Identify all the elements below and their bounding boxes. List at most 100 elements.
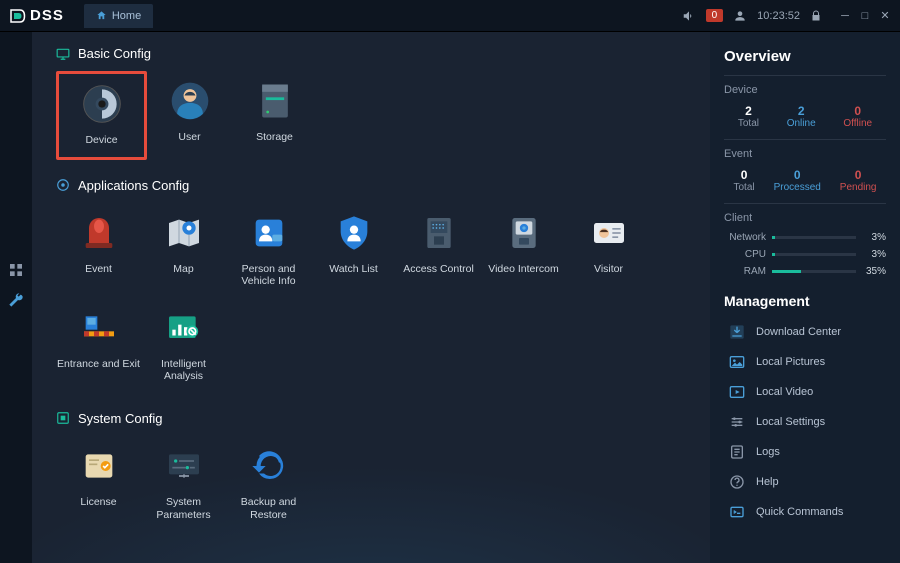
basic-grid: Device User Storage bbox=[56, 71, 690, 160]
tile-person-vehicle-label: Person and Vehicle Info bbox=[226, 263, 311, 288]
system-icon bbox=[56, 411, 70, 425]
tile-watch-list-label: Watch List bbox=[329, 263, 378, 276]
overview-device-label: Device bbox=[724, 75, 886, 96]
mgmt-help[interactable]: Help bbox=[724, 467, 886, 497]
user-tile-icon bbox=[168, 79, 212, 123]
tile-event[interactable]: Event bbox=[56, 203, 141, 298]
mgmt-logs-label: Logs bbox=[756, 446, 780, 458]
visitor-icon bbox=[587, 211, 631, 255]
map-icon bbox=[162, 211, 206, 255]
intelligent-analysis-icon bbox=[162, 306, 206, 350]
section-apps-header: Applications Config bbox=[56, 178, 690, 193]
device-total-num: 2 bbox=[738, 104, 759, 118]
tile-event-label: Event bbox=[85, 263, 112, 276]
section-basic-title: Basic Config bbox=[78, 46, 151, 61]
topbar: DSS Home 0 10:23:52 ─ □ ✕ bbox=[0, 0, 900, 32]
volume-icon[interactable] bbox=[682, 9, 696, 23]
tile-video-intercom-label: Video Intercom bbox=[488, 263, 558, 276]
person-vehicle-icon bbox=[247, 211, 291, 255]
event-total-num: 0 bbox=[733, 168, 754, 182]
clock-time: 10:23:52 bbox=[757, 10, 800, 22]
mgmt-local-pictures[interactable]: Local Pictures bbox=[724, 347, 886, 377]
storage-icon bbox=[253, 79, 297, 123]
tile-intelligent-analysis[interactable]: Intelligent Analysis bbox=[141, 298, 226, 393]
event-pending-num: 0 bbox=[840, 168, 877, 182]
device-total-lbl: Total bbox=[738, 118, 759, 129]
apps-grid-icon[interactable] bbox=[8, 262, 24, 278]
tile-watch-list[interactable]: Watch List bbox=[311, 203, 396, 298]
event-stats: 0Total 0Processed 0Pending bbox=[724, 168, 886, 193]
overview-title: Overview bbox=[724, 48, 886, 65]
video-icon bbox=[728, 383, 746, 401]
tile-person-vehicle[interactable]: Person and Vehicle Info bbox=[226, 203, 311, 298]
tile-device[interactable]: Device bbox=[56, 71, 147, 160]
system-params-icon bbox=[162, 444, 206, 488]
tile-license[interactable]: License bbox=[56, 436, 141, 531]
config-icon bbox=[56, 178, 70, 192]
settings-wrench-icon[interactable] bbox=[8, 292, 24, 308]
window-minimize-icon[interactable]: ─ bbox=[838, 9, 852, 23]
client-network-pct: 3% bbox=[856, 232, 886, 243]
tile-map[interactable]: Map bbox=[141, 203, 226, 298]
download-icon bbox=[728, 323, 746, 341]
home-icon bbox=[96, 10, 107, 21]
tile-visitor[interactable]: Visitor bbox=[566, 203, 651, 298]
mgmt-local-video[interactable]: Local Video bbox=[724, 377, 886, 407]
client-network-label: Network bbox=[724, 232, 772, 243]
watch-list-icon bbox=[332, 211, 376, 255]
tab-home[interactable]: Home bbox=[84, 4, 153, 28]
device-online-num: 2 bbox=[787, 104, 816, 118]
tile-user[interactable]: User bbox=[147, 71, 232, 160]
device-offline-num: 0 bbox=[843, 104, 872, 118]
alert-badge[interactable]: 0 bbox=[706, 9, 724, 22]
mgmt-quick-commands[interactable]: Quick Commands bbox=[724, 497, 886, 527]
mgmt-download-center[interactable]: Download Center bbox=[724, 317, 886, 347]
client-ram-pct: 35% bbox=[856, 266, 886, 277]
device-online-lbl: Online bbox=[787, 118, 816, 129]
tile-system-params[interactable]: System Parameters bbox=[141, 436, 226, 531]
overview-event-label: Event bbox=[724, 139, 886, 160]
client-cpu-label: CPU bbox=[724, 249, 772, 260]
section-system-title: System Config bbox=[78, 411, 163, 426]
tab-home-label: Home bbox=[112, 10, 141, 22]
user-icon[interactable] bbox=[733, 9, 747, 23]
tile-video-intercom[interactable]: Video Intercom bbox=[481, 203, 566, 298]
right-panel: Overview Device 2Total 2Online 0Offline … bbox=[710, 32, 900, 563]
tile-backup-restore[interactable]: Backup and Restore bbox=[226, 436, 311, 531]
tile-system-params-label: System Parameters bbox=[141, 496, 226, 521]
event-icon bbox=[77, 211, 121, 255]
client-ram-row: RAM 35% bbox=[724, 266, 886, 277]
event-processed-lbl: Processed bbox=[774, 182, 821, 193]
leftbar bbox=[0, 32, 32, 563]
client-cpu-row: CPU 3% bbox=[724, 249, 886, 260]
window-maximize-icon[interactable]: □ bbox=[858, 9, 872, 23]
monitor-icon bbox=[56, 47, 70, 61]
section-apps-title: Applications Config bbox=[78, 178, 189, 193]
mgmt-local-settings[interactable]: Local Settings bbox=[724, 407, 886, 437]
mgmt-video-label: Local Video bbox=[756, 386, 813, 398]
window-close-icon[interactable]: ✕ bbox=[878, 9, 892, 23]
device-icon bbox=[80, 82, 124, 126]
tile-entrance-exit[interactable]: Entrance and Exit bbox=[56, 298, 141, 393]
tile-license-label: License bbox=[80, 496, 116, 509]
app-name: DSS bbox=[30, 7, 64, 24]
mgmt-logs[interactable]: Logs bbox=[724, 437, 886, 467]
video-intercom-icon bbox=[502, 211, 546, 255]
topbar-right: 0 10:23:52 ─ □ ✕ bbox=[682, 9, 892, 23]
client-cpu-pct: 3% bbox=[856, 249, 886, 260]
event-pending-lbl: Pending bbox=[840, 182, 877, 193]
tile-visitor-label: Visitor bbox=[594, 263, 623, 276]
tile-storage[interactable]: Storage bbox=[232, 71, 317, 160]
license-icon bbox=[77, 444, 121, 488]
section-basic-header: Basic Config bbox=[56, 46, 690, 61]
mgmt-settings-label: Local Settings bbox=[756, 416, 825, 428]
device-stats: 2Total 2Online 0Offline bbox=[724, 104, 886, 129]
picture-icon bbox=[728, 353, 746, 371]
logo-icon bbox=[8, 7, 26, 25]
apps-grid: Event Map Person and Vehicle Info Watch … bbox=[56, 203, 690, 393]
mgmt-pictures-label: Local Pictures bbox=[756, 356, 825, 368]
quick-commands-icon bbox=[728, 503, 746, 521]
tile-access-control[interactable]: Access Control bbox=[396, 203, 481, 298]
lock-icon[interactable] bbox=[810, 10, 822, 22]
system-grid: License System Parameters Backup and Res… bbox=[56, 436, 690, 531]
